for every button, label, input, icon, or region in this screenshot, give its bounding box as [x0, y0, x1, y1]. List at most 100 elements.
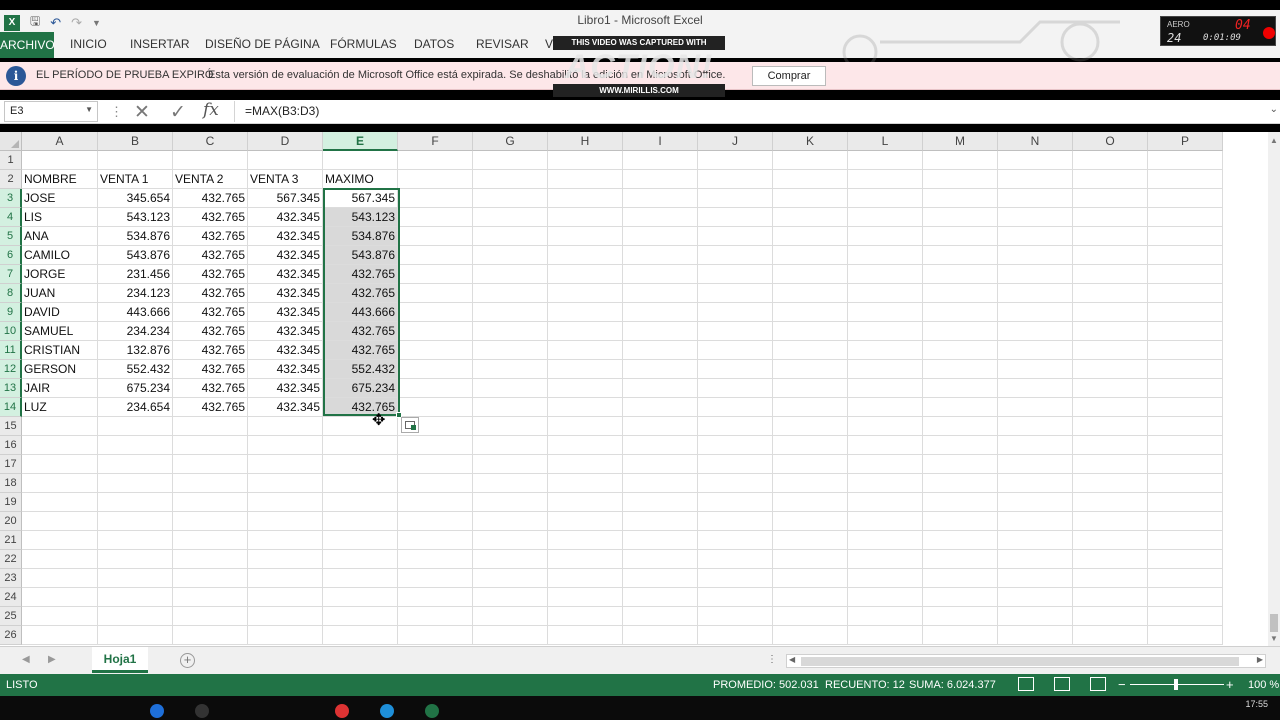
cell-a3[interactable]: JOSE — [22, 189, 98, 208]
cell-i4[interactable] — [623, 208, 698, 227]
page-break-view-icon[interactable] — [1090, 677, 1106, 691]
cell-j17[interactable] — [698, 455, 773, 474]
cell-l3[interactable] — [848, 189, 923, 208]
cell-c13[interactable]: 432.765 — [173, 379, 248, 398]
cell-g19[interactable] — [473, 493, 548, 512]
cell-m24[interactable] — [923, 588, 998, 607]
cell-j24[interactable] — [698, 588, 773, 607]
cell-m21[interactable] — [923, 531, 998, 550]
cell-b17[interactable] — [98, 455, 173, 474]
cell-o26[interactable] — [1073, 626, 1148, 645]
cell-m17[interactable] — [923, 455, 998, 474]
cell-g20[interactable] — [473, 512, 548, 531]
cell-m23[interactable] — [923, 569, 998, 588]
row-header-25[interactable]: 25 — [0, 607, 22, 626]
cell-i18[interactable] — [623, 474, 698, 493]
cell-l26[interactable] — [848, 626, 923, 645]
cell-c10[interactable]: 432.765 — [173, 322, 248, 341]
cell-p18[interactable] — [1148, 474, 1223, 493]
row-header-11[interactable]: 11 — [0, 341, 22, 360]
cell-e3[interactable]: 567.345 — [323, 189, 398, 208]
cell-p23[interactable] — [1148, 569, 1223, 588]
cell-d20[interactable] — [248, 512, 323, 531]
cell-e10[interactable]: 432.765 — [323, 322, 398, 341]
cell-b19[interactable] — [98, 493, 173, 512]
cell-c22[interactable] — [173, 550, 248, 569]
cell-m2[interactable] — [923, 170, 998, 189]
cell-a19[interactable] — [22, 493, 98, 512]
cell-o20[interactable] — [1073, 512, 1148, 531]
column-header-k[interactable]: K — [773, 132, 848, 151]
cell-f25[interactable] — [398, 607, 473, 626]
cell-f9[interactable] — [398, 303, 473, 322]
cell-n5[interactable] — [998, 227, 1073, 246]
cell-a13[interactable]: JAIR — [22, 379, 98, 398]
expand-formula-bar-icon[interactable]: ⌄ — [1270, 104, 1278, 115]
cell-c7[interactable]: 432.765 — [173, 265, 248, 284]
cell-l17[interactable] — [848, 455, 923, 474]
buy-button[interactable]: Comprar — [752, 66, 826, 86]
cell-h19[interactable] — [548, 493, 623, 512]
taskbar-excel-icon[interactable] — [425, 704, 439, 718]
zoom-out-icon[interactable]: − — [1118, 677, 1126, 692]
cell-e8[interactable]: 432.765 — [323, 284, 398, 303]
cell-l4[interactable] — [848, 208, 923, 227]
quick-analysis-icon[interactable] — [401, 417, 419, 433]
cell-p19[interactable] — [1148, 493, 1223, 512]
cell-b2[interactable]: VENTA 1 — [98, 170, 173, 189]
cell-g26[interactable] — [473, 626, 548, 645]
cell-c17[interactable] — [173, 455, 248, 474]
enter-icon[interactable]: ✓ — [170, 101, 186, 124]
cell-c8[interactable]: 432.765 — [173, 284, 248, 303]
cell-i20[interactable] — [623, 512, 698, 531]
cell-e15[interactable] — [323, 417, 398, 436]
row-header-21[interactable]: 21 — [0, 531, 22, 550]
row-header-16[interactable]: 16 — [0, 436, 22, 455]
cell-l5[interactable] — [848, 227, 923, 246]
cell-o3[interactable] — [1073, 189, 1148, 208]
row-header-12[interactable]: 12 — [0, 360, 22, 379]
column-header-g[interactable]: G — [473, 132, 548, 151]
cell-m25[interactable] — [923, 607, 998, 626]
page-layout-view-icon[interactable] — [1054, 677, 1070, 691]
cell-k8[interactable] — [773, 284, 848, 303]
insert-function-icon[interactable]: fx — [203, 100, 219, 120]
cell-l23[interactable] — [848, 569, 923, 588]
cell-d13[interactable]: 432.345 — [248, 379, 323, 398]
cell-o13[interactable] — [1073, 379, 1148, 398]
cell-n7[interactable] — [998, 265, 1073, 284]
cell-i26[interactable] — [623, 626, 698, 645]
cell-j7[interactable] — [698, 265, 773, 284]
cell-h7[interactable] — [548, 265, 623, 284]
cell-b12[interactable]: 552.432 — [98, 360, 173, 379]
name-box[interactable]: E3 ▼ — [4, 101, 98, 122]
cell-n6[interactable] — [998, 246, 1073, 265]
cell-n9[interactable] — [998, 303, 1073, 322]
cell-n14[interactable] — [998, 398, 1073, 417]
cell-d26[interactable] — [248, 626, 323, 645]
cell-l2[interactable] — [848, 170, 923, 189]
cell-l16[interactable] — [848, 436, 923, 455]
cell-f18[interactable] — [398, 474, 473, 493]
cell-n10[interactable] — [998, 322, 1073, 341]
cell-h22[interactable] — [548, 550, 623, 569]
cell-k9[interactable] — [773, 303, 848, 322]
cell-b16[interactable] — [98, 436, 173, 455]
cell-j25[interactable] — [698, 607, 773, 626]
cell-j3[interactable] — [698, 189, 773, 208]
cell-n13[interactable] — [998, 379, 1073, 398]
cell-o12[interactable] — [1073, 360, 1148, 379]
cell-k10[interactable] — [773, 322, 848, 341]
cell-i17[interactable] — [623, 455, 698, 474]
cell-k14[interactable] — [773, 398, 848, 417]
row-header-20[interactable]: 20 — [0, 512, 22, 531]
tab-datos[interactable]: DATOS — [414, 37, 454, 51]
cell-p22[interactable] — [1148, 550, 1223, 569]
tab-inicio[interactable]: INICIO — [70, 37, 107, 51]
cell-p4[interactable] — [1148, 208, 1223, 227]
cell-d6[interactable]: 432.345 — [248, 246, 323, 265]
column-header-h[interactable]: H — [548, 132, 623, 151]
cell-o18[interactable] — [1073, 474, 1148, 493]
cell-h21[interactable] — [548, 531, 623, 550]
cell-a18[interactable] — [22, 474, 98, 493]
